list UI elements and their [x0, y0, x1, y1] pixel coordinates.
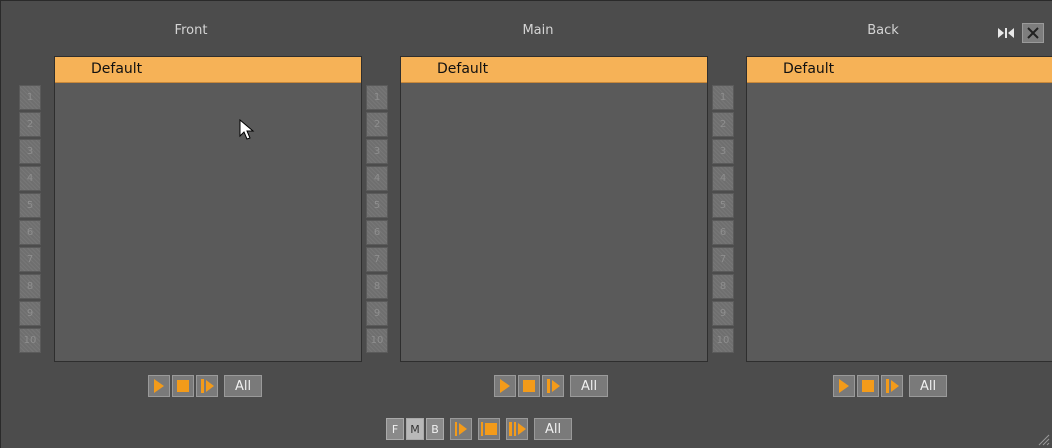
layer-number[interactable]: 3: [366, 139, 388, 164]
continue-button[interactable]: [881, 375, 903, 397]
main-toggle[interactable]: M: [406, 418, 424, 440]
layer-number[interactable]: 2: [712, 112, 734, 137]
layer-number[interactable]: 4: [366, 166, 388, 191]
layer-number[interactable]: 6: [366, 220, 388, 245]
continue-icon: [546, 379, 560, 393]
play-button[interactable]: [833, 375, 855, 397]
main-layer-numbers: 1 2 3 4 5 6 7 8 9 10: [366, 85, 388, 355]
play-button[interactable]: [494, 375, 516, 397]
play-icon: [455, 422, 467, 436]
back-layer-numbers: 1 2 3 4 5 6 7 8 9 10: [712, 85, 734, 355]
layer-number[interactable]: 2: [366, 112, 388, 137]
global-continue-button[interactable]: [506, 418, 528, 440]
dock-icon[interactable]: [996, 24, 1016, 42]
front-all-button[interactable]: All: [224, 375, 262, 397]
layer-number[interactable]: 10: [19, 328, 41, 353]
stop-button[interactable]: [857, 375, 879, 397]
back-layer-default[interactable]: Default: [747, 57, 1052, 83]
back-layer-list: Default: [746, 56, 1052, 362]
layer-number[interactable]: 1: [366, 85, 388, 110]
back-all-button[interactable]: All: [909, 375, 947, 397]
front-layer-numbers: 1 2 3 4 5 6 7 8 9 10: [19, 85, 41, 355]
front-controls: All: [148, 375, 262, 397]
main-controls: All: [494, 375, 608, 397]
layer-number[interactable]: 6: [712, 220, 734, 245]
layer-number[interactable]: 1: [712, 85, 734, 110]
stop-icon: [862, 380, 874, 392]
layer-number[interactable]: 5: [366, 193, 388, 218]
layer-number[interactable]: 6: [19, 220, 41, 245]
global-controls: F M B All: [386, 418, 572, 440]
continue-icon: [200, 379, 214, 393]
layer-number[interactable]: 2: [19, 112, 41, 137]
play-button[interactable]: [148, 375, 170, 397]
layer-number[interactable]: 10: [712, 328, 734, 353]
layer-number[interactable]: 8: [712, 274, 734, 299]
back-toggle[interactable]: B: [426, 418, 444, 440]
global-play-button[interactable]: [450, 418, 472, 440]
layer-number[interactable]: 4: [19, 166, 41, 191]
continue-icon: [508, 422, 526, 436]
layer-number[interactable]: 4: [712, 166, 734, 191]
play-icon: [839, 379, 849, 393]
main-layer-default[interactable]: Default: [401, 57, 707, 83]
layer-number[interactable]: 3: [19, 139, 41, 164]
layer-number[interactable]: 7: [712, 247, 734, 272]
front-toggle[interactable]: F: [386, 418, 404, 440]
layer-number[interactable]: 9: [19, 301, 41, 326]
layer-number[interactable]: 7: [366, 247, 388, 272]
main-layer-list: Default: [400, 56, 708, 362]
front-title: Front: [174, 23, 208, 38]
playout-window: Front Main Back 1 2 3 4 5 6 7 8 9 10 Def…: [0, 0, 1052, 448]
mouse-cursor-icon: [239, 119, 255, 140]
stop-button[interactable]: [518, 375, 540, 397]
play-icon: [500, 379, 510, 393]
stop-icon: [523, 380, 535, 392]
layer-number[interactable]: 7: [19, 247, 41, 272]
close-icon[interactable]: [1022, 23, 1044, 43]
layer-number[interactable]: 5: [712, 193, 734, 218]
layer-number[interactable]: 3: [712, 139, 734, 164]
layer-number[interactable]: 5: [19, 193, 41, 218]
global-all-button[interactable]: All: [534, 418, 572, 440]
play-icon: [154, 379, 164, 393]
window-controls: [996, 23, 1044, 43]
layer-number[interactable]: 8: [366, 274, 388, 299]
layer-number[interactable]: 9: [366, 301, 388, 326]
layer-number[interactable]: 10: [366, 328, 388, 353]
front-layer-default[interactable]: Default: [55, 57, 361, 83]
layer-number[interactable]: 1: [19, 85, 41, 110]
stop-icon: [177, 380, 189, 392]
layer-number[interactable]: 9: [712, 301, 734, 326]
global-stop-button[interactable]: [478, 418, 500, 440]
front-layer-list: Default: [54, 56, 362, 362]
continue-button[interactable]: [542, 375, 564, 397]
back-controls: All: [833, 375, 947, 397]
back-title: Back: [867, 23, 899, 38]
continue-icon: [885, 379, 899, 393]
layer-number[interactable]: 8: [19, 274, 41, 299]
stop-button[interactable]: [172, 375, 194, 397]
stop-icon: [481, 422, 497, 436]
main-all-button[interactable]: All: [570, 375, 608, 397]
main-title: Main: [522, 23, 554, 38]
resize-grip-icon[interactable]: [1036, 432, 1050, 446]
continue-button[interactable]: [196, 375, 218, 397]
